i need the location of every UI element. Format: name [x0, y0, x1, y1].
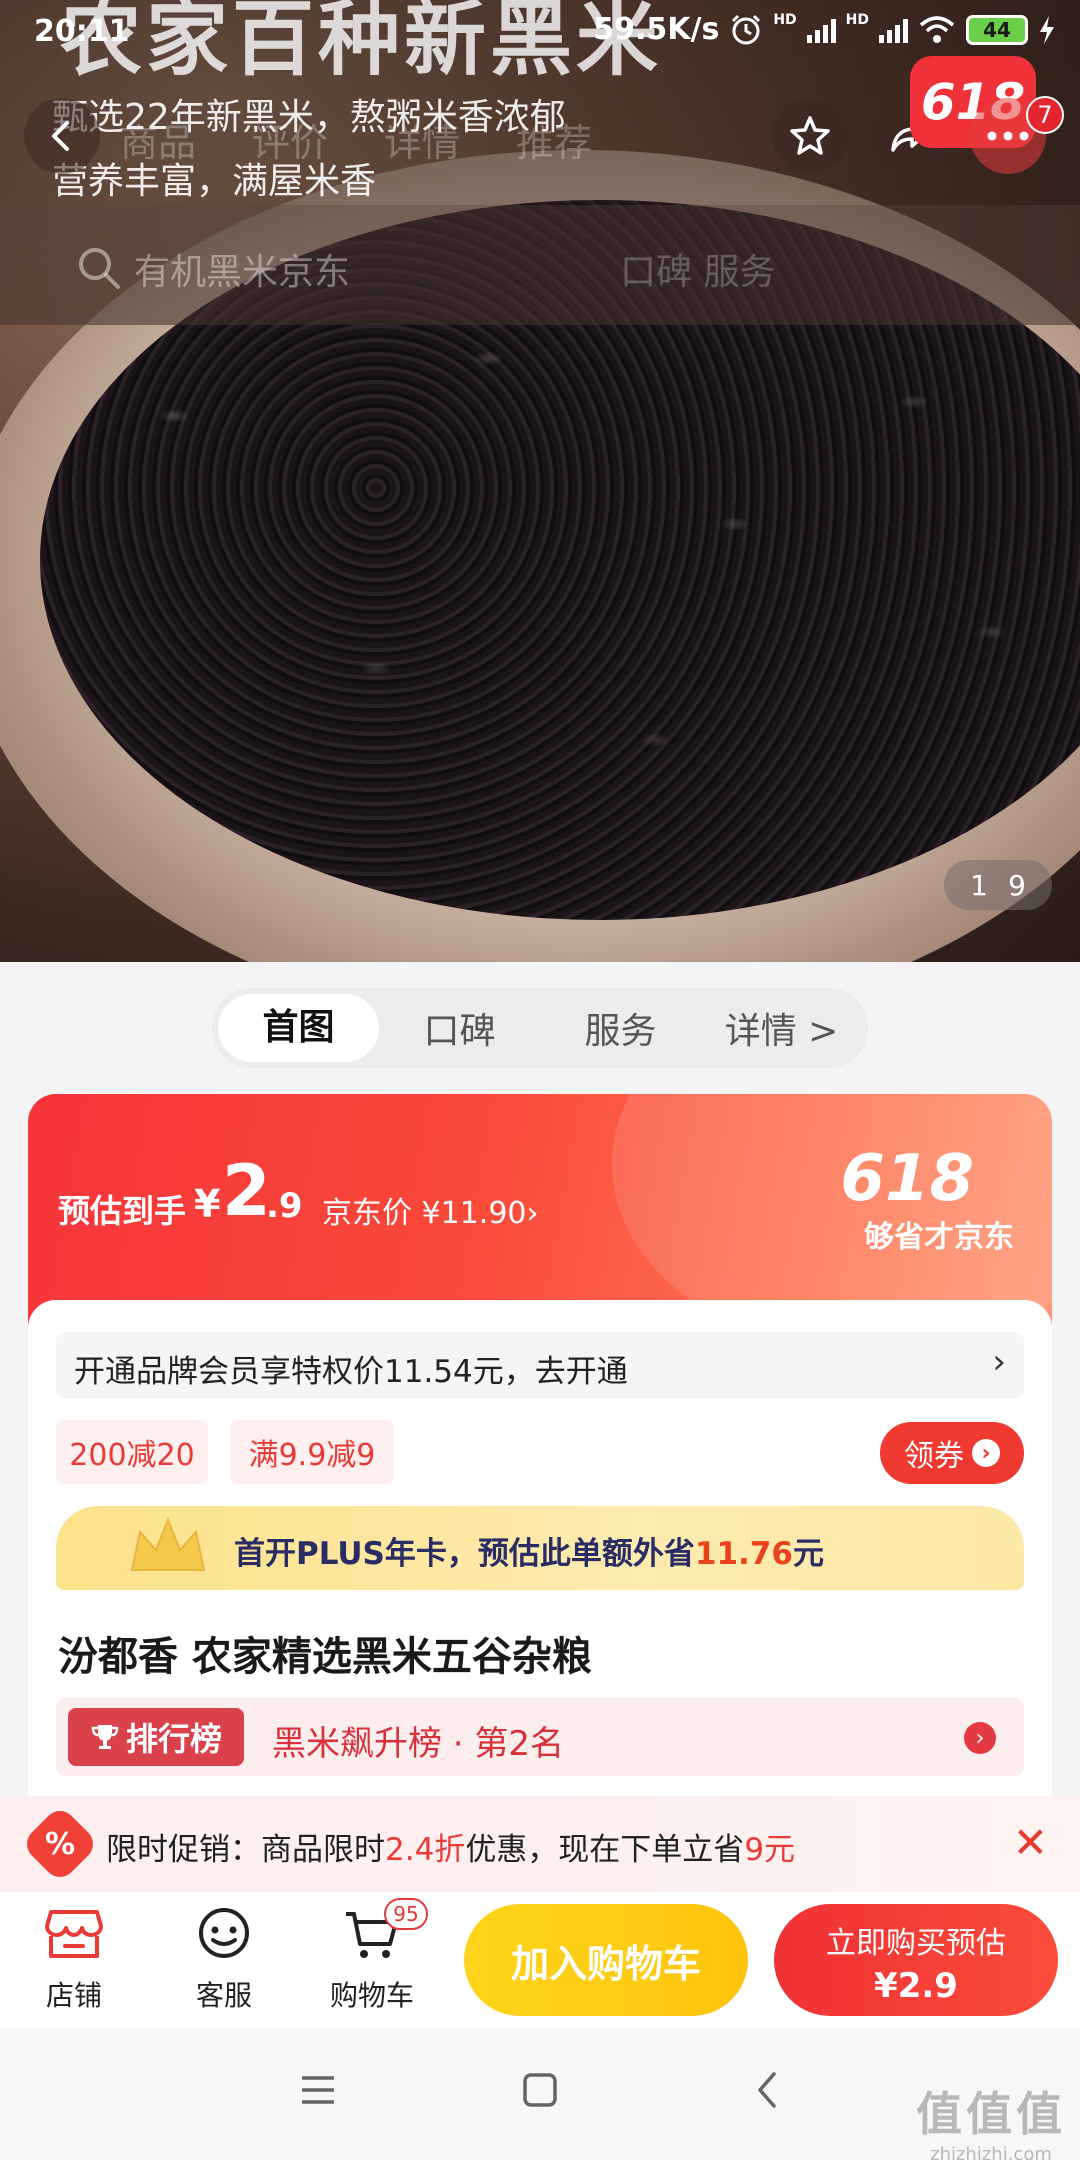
brand-member-text: 开通品牌会员享特权价11.54元，去开通: [74, 1354, 628, 1390]
service-label: 客服: [195, 1979, 252, 2012]
sim2-hd-label: HD: [845, 12, 869, 28]
site-watermark: 值值值 zhizhizhi.com: [916, 2078, 1066, 2160]
back-button[interactable]: [24, 98, 100, 174]
price-integer: 2: [222, 1150, 271, 1232]
plus-banner-amount: 11.76: [694, 1536, 793, 1572]
bottom-action-bar: 店铺 客服 95 购物车 加入购物车 立即购买预估 ¥2.9: [0, 1892, 1080, 2028]
section-segment-tabs: 首图 口碑 服务 详情 >: [212, 988, 868, 1068]
tab-details[interactable]: 详情 >: [701, 1002, 862, 1054]
alarm-icon: [732, 14, 761, 44]
ghost-tab: 详情: [384, 121, 461, 165]
buy-now-price: ¥2.9: [874, 1966, 958, 2006]
product-title: 汾都香 农家精选黑米五谷杂粮: [58, 1634, 592, 1680]
ghost-tab: 商品: [120, 121, 197, 165]
tab-reviews[interactable]: 口碑: [379, 1002, 540, 1054]
close-icon[interactable]: ✕: [1013, 1818, 1048, 1867]
jd-price-link[interactable]: 京东价 ¥11.90›: [322, 1188, 539, 1232]
get-coupon-label: 领券: [904, 1439, 964, 1474]
search-icon: [79, 248, 120, 289]
customer-service-button[interactable]: 客服: [164, 1906, 284, 2014]
ghost-tab: 评价: [252, 121, 329, 165]
plus-membership-banner[interactable]: 首开PLUS年卡，预估此单额外省11.76元: [56, 1506, 1024, 1590]
brand-member-row[interactable]: 开通品牌会员享特权价11.54元，去开通 ›: [56, 1332, 1024, 1398]
promo-pre: 限时促销：商品限时: [106, 1832, 385, 1868]
image-counter-current: 1: [970, 868, 988, 902]
tab-service[interactable]: 服务: [540, 1002, 701, 1054]
watermark-url: zhizhizhi.com: [930, 2144, 1052, 2160]
status-time: 20:11: [34, 14, 130, 49]
sim1-hd-label: HD: [773, 12, 797, 28]
discount-icon: %: [20, 1804, 100, 1884]
watermark-logo: 值值值: [916, 2087, 1066, 2141]
ranking-tag-label: 排行榜: [125, 1720, 222, 1758]
image-counter: 1 9: [944, 860, 1052, 910]
buy-now-button[interactable]: 立即购买预估 ¥2.9: [774, 1904, 1058, 2016]
promo-mid: 优惠，现在下单立省: [465, 1832, 745, 1868]
price-decimal: .9: [266, 1186, 303, 1226]
price-prefix: 预估到手: [58, 1192, 187, 1230]
shop-label: 店铺: [45, 1979, 102, 2012]
flash-promo-bar[interactable]: % 限时促销：商品限时2.4折优惠，现在下单立省9元 ✕: [0, 1796, 1080, 1892]
add-to-cart-button[interactable]: 加入购物车: [464, 1904, 748, 2016]
price-card: 预估到手 ¥ 2 .9 京东价 ¥11.90› 618 够省才京东: [28, 1094, 1052, 1332]
ranking-row[interactable]: 排行榜 黑米飙升榜 · 第2名 ›: [56, 1698, 1024, 1776]
more-dots-icon: [987, 131, 1029, 141]
promo-discount: 2.4折: [385, 1832, 466, 1868]
chevron-right-icon: ›: [964, 1722, 996, 1754]
star-icon: [790, 116, 830, 155]
buy-now-label: 立即购买预估: [826, 1926, 1006, 1961]
chevron-right-icon: ›: [992, 1342, 1006, 1382]
battery-indicator: 44: [966, 14, 1028, 45]
chat-smile-icon: [199, 1908, 249, 1958]
search-ghost-right: 口碑 服务: [620, 252, 776, 293]
wifi-icon: [919, 15, 955, 43]
crown-icon: [130, 1517, 206, 1571]
status-bar: 20:11 59.5K/s HD HD 44: [0, 0, 1080, 66]
shop-button[interactable]: 店铺: [14, 1906, 134, 2014]
menu-icon[interactable]: [298, 2072, 338, 2108]
charging-icon: [1040, 15, 1054, 44]
image-counter-total: 9: [1008, 868, 1026, 902]
coupon-tag[interactable]: 满9.9减9: [230, 1420, 394, 1484]
notification-count-badge: 7: [1026, 96, 1064, 134]
ghost-top-tabs: 商品 评价 详情 推荐: [120, 112, 592, 167]
store-icon: [45, 1910, 103, 1958]
signal-icon: [806, 17, 836, 43]
chevron-right-icon: ›: [972, 1439, 1000, 1467]
flash-promo-text: 限时促销：商品限时2.4折优惠，现在下单立省9元: [106, 1824, 795, 1869]
cart-count-badge: 95: [384, 1898, 428, 1930]
chevron-left-icon: [52, 121, 69, 151]
promo-save: 9元: [744, 1832, 796, 1868]
cart-label: 购物车: [329, 1979, 414, 2012]
promo-slogan: 够省才京东: [864, 1220, 1014, 1255]
ghost-tab: 推荐: [516, 121, 593, 165]
promo-618-logo: 618: [840, 1142, 974, 1216]
trophy-icon: [91, 1725, 119, 1749]
plus-banner-text: 首开PLUS年卡，预估此单额外省11.76元: [234, 1528, 824, 1573]
ranking-text: 黑米飙升榜 · 第2名: [272, 1724, 565, 1764]
ghost-search-bar: 有机黑米京东 口碑 服务: [0, 205, 1080, 325]
plus-banner-unit: 元: [792, 1536, 824, 1572]
search-placeholder: 有机黑米京东: [134, 252, 351, 293]
ranking-tag: 排行榜: [68, 1708, 244, 1766]
tab-main-image[interactable]: 首图: [218, 994, 379, 1062]
back-arrow-icon[interactable]: [752, 2070, 782, 2110]
price-currency: ¥: [194, 1182, 221, 1226]
jd-price-text: 京东价 ¥11.90: [322, 1196, 527, 1231]
get-coupon-button[interactable]: 领券 ›: [880, 1422, 1024, 1484]
coupon-tag[interactable]: 200减20: [56, 1420, 208, 1484]
signal-icon: [879, 17, 908, 43]
cart-button[interactable]: 95 购物车: [312, 1898, 432, 2014]
favorite-button[interactable]: [772, 98, 848, 174]
home-square-icon[interactable]: [520, 2070, 560, 2110]
net-speed: 59.5K/s: [593, 12, 720, 47]
chevron-right-icon: ›: [526, 1196, 539, 1231]
plus-banner-pre: 首开PLUS年卡，预估此单额外省: [234, 1536, 695, 1572]
